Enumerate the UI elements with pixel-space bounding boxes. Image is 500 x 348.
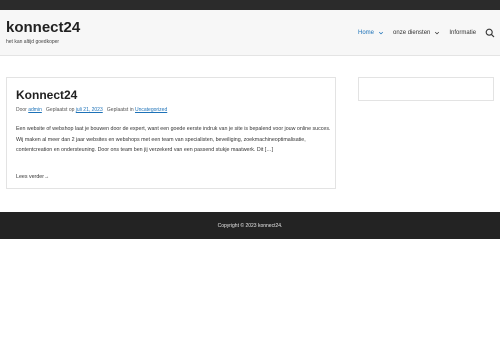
nav-item-label: Home [358, 30, 375, 36]
nav-item-home[interactable]: Home [358, 29, 384, 37]
nav-item-label: onze diensten [393, 30, 431, 36]
nav-item-informatie[interactable]: Informatie [449, 29, 476, 37]
chevron-down-icon [435, 31, 440, 35]
date-link[interactable]: juli 21, 2023 [76, 107, 103, 113]
author-link[interactable]: admin [28, 107, 42, 113]
meta-by-label: Door [16, 107, 27, 113]
nav-item-onze-diensten[interactable]: onze diensten [393, 29, 440, 37]
post-card: Konnect24 Door admin Geplaatst op juli 2… [6, 77, 336, 189]
meta-posted-on-label: Geplaatst op [46, 107, 75, 113]
copyright-text: Copyright © 2023 konnect24. [217, 223, 283, 229]
nav-item-label: Informatie [449, 30, 477, 36]
main-nav: Home onze diensten Informatie [358, 29, 485, 37]
post-excerpt: Een website of webshop laat je bouwen do… [16, 126, 331, 153]
top-bar [0, 0, 500, 10]
read-more-link[interactable]: Lees verder→ [16, 174, 49, 181]
post-title[interactable]: Konnect24 [16, 88, 77, 102]
meta-posted-in-label: Geplaatst in [106, 107, 134, 113]
post-meta: Door admin Geplaatst op juli 21, 2023 Ge… [16, 107, 167, 114]
site-tagline: het kan altijd goedkoper [6, 39, 60, 45]
search-icon[interactable] [485, 28, 495, 38]
site-title[interactable]: konnect24 [6, 19, 80, 37]
category-link[interactable]: Uncategorized [135, 107, 167, 113]
sidebar-widget [358, 77, 494, 101]
site-footer: Copyright © 2023 konnect24. [0, 212, 500, 239]
chevron-down-icon [378, 31, 384, 35]
site-header: konnect24 het kan altijd goedkoper Home … [0, 10, 500, 56]
